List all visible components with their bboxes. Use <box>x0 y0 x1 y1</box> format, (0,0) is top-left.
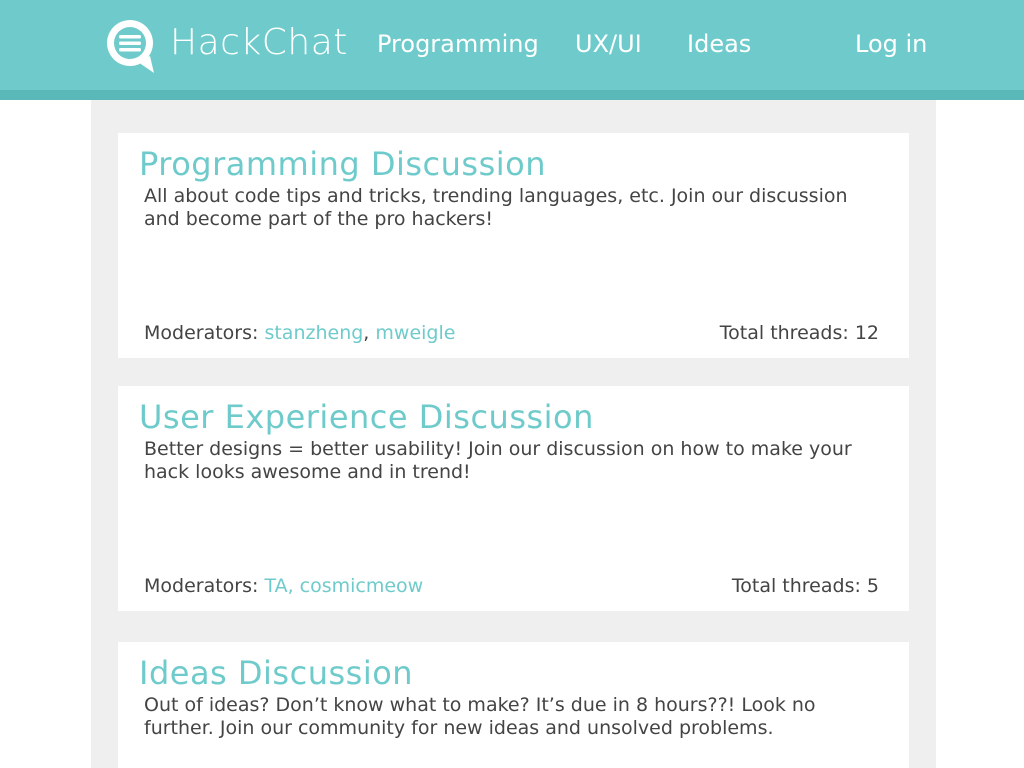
moderators: Moderators: stanzheng, mweigle <box>144 322 455 344</box>
nav-link-ideas[interactable]: Ideas <box>687 30 751 58</box>
brand-name[interactable]: HackChat <box>170 22 348 63</box>
header-divider <box>0 90 1024 100</box>
nav-link-programming[interactable]: Programming <box>377 30 539 58</box>
thread-count: Total threads: 5 <box>731 575 879 597</box>
chat-bubble-icon[interactable] <box>104 16 156 74</box>
moderators-label: Moderators: <box>144 575 265 597</box>
forum-description: All about code tips and tricks, trending… <box>144 185 848 230</box>
forum-card-programming[interactable]: Programming Discussion All about code ti… <box>118 133 909 358</box>
login-link[interactable]: Log in <box>855 30 927 58</box>
moderator-link[interactable]: stanzheng <box>264 322 363 344</box>
forum-card-ideas[interactable]: Ideas Discussion Out of ideas? Don’t kno… <box>118 642 909 768</box>
moderators: Moderators: TA, cosmicmeow <box>144 575 423 597</box>
moderator-separator: , <box>363 322 376 344</box>
thread-count: Total threads: 12 <box>719 322 879 344</box>
forum-footer: Moderators: stanzheng, mweigle Total thr… <box>144 322 879 344</box>
nav-link-uxui[interactable]: UX/UI <box>575 30 642 58</box>
forum-footer: Moderators: TA, cosmicmeow Total threads… <box>144 575 879 597</box>
forum-title[interactable]: User Experience Discussion <box>139 398 594 436</box>
forum-title[interactable]: Ideas Discussion <box>139 654 413 692</box>
moderator-link[interactable]: mweigle <box>375 322 455 344</box>
forum-description: Better designs = better usability! Join … <box>144 438 852 483</box>
moderator-link[interactable]: TA, cosmicmeow <box>264 575 423 597</box>
forum-list: Programming Discussion All about code ti… <box>91 100 936 768</box>
forum-title[interactable]: Programming Discussion <box>139 145 546 183</box>
moderators-label: Moderators: <box>144 322 265 344</box>
top-navbar: HackChat Programming UX/UI Ideas Log in <box>0 0 1024 90</box>
forum-card-ux[interactable]: User Experience Discussion Better design… <box>118 386 909 611</box>
forum-description: Out of ideas? Don’t know what to make? I… <box>144 694 816 739</box>
